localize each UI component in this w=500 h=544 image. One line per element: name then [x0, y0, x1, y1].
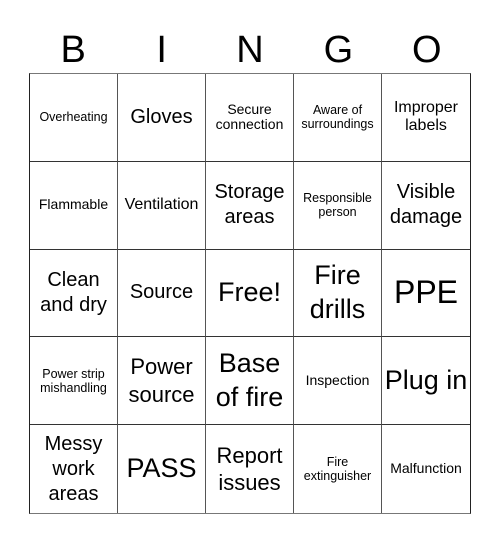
- bingo-cell[interactable]: PPE: [382, 250, 470, 338]
- bingo-cell[interactable]: Visible damage: [382, 162, 470, 250]
- bingo-cell[interactable]: Gloves: [118, 74, 206, 162]
- bingo-cell[interactable]: Aware of surroundings: [294, 74, 382, 162]
- bingo-cell[interactable]: Report issues: [206, 425, 294, 513]
- header-letter-b: B: [60, 29, 86, 71]
- bingo-cell[interactable]: Messy work areas: [30, 425, 118, 513]
- bingo-cell[interactable]: Improper labels: [382, 74, 470, 162]
- bingo-cell[interactable]: Source: [118, 249, 206, 338]
- header-letter-i: I: [156, 29, 167, 71]
- bingo-cell[interactable]: Plug in: [382, 337, 470, 426]
- header-letter-o: O: [412, 29, 442, 71]
- bingo-cell[interactable]: Power source: [118, 337, 206, 426]
- bingo-cell[interactable]: Malfunction: [382, 425, 470, 513]
- bingo-cell[interactable]: Secure connection: [206, 74, 294, 162]
- bingo-cell[interactable]: Clean and dry: [30, 249, 118, 338]
- bingo-cell[interactable]: Overheating: [30, 74, 118, 162]
- header-letter-g: G: [323, 29, 354, 71]
- bingo-cell[interactable]: Power strip mishandling: [30, 337, 118, 426]
- bingo-cell[interactable]: Inspection: [294, 337, 382, 426]
- header-letter-n: N: [236, 29, 264, 71]
- bingo-cell[interactable]: Flammable: [30, 161, 118, 250]
- free-space-cell[interactable]: Free!: [206, 249, 294, 338]
- bingo-cell[interactable]: Ventilation: [118, 161, 206, 250]
- bingo-cell[interactable]: Fire drills: [294, 249, 382, 338]
- bingo-cell[interactable]: Responsible person: [294, 161, 382, 250]
- bingo-cell[interactable]: Base of fire: [206, 337, 294, 426]
- bingo-cell[interactable]: Storage areas: [206, 161, 294, 250]
- bingo-grid: Overheating Gloves Secure connection Awa…: [29, 73, 471, 514]
- bingo-header: B I N G O: [29, 28, 471, 72]
- bingo-cell[interactable]: Fire extinguisher: [294, 425, 382, 513]
- bingo-cell[interactable]: PASS: [118, 425, 206, 513]
